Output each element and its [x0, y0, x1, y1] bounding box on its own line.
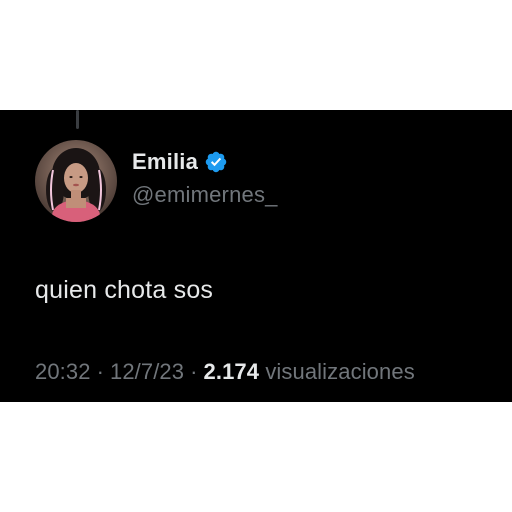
tweet-time[interactable]: 20:32: [35, 359, 91, 384]
name-row: Emilia: [132, 148, 278, 176]
tweet-date[interactable]: 12/7/23: [110, 359, 184, 384]
separator-dot: ·: [190, 359, 198, 384]
tweet-metadata: 20:32 · 12/7/23 · 2.174 visualizaciones: [35, 359, 415, 385]
display-name[interactable]: Emilia: [132, 149, 198, 175]
verified-badge-icon: [204, 150, 228, 174]
avatar[interactable]: [35, 140, 117, 222]
tweet-card[interactable]: Emilia @emimernes_ quien chota sos 20:32…: [0, 110, 512, 402]
separator-dot: ·: [96, 359, 104, 384]
views-count[interactable]: 2.174: [204, 359, 260, 384]
username-handle[interactable]: @emimernes_: [132, 182, 278, 208]
author-block: Emilia @emimernes_: [132, 148, 278, 208]
thread-connector-line: [76, 110, 79, 129]
page: Emilia @emimernes_ quien chota sos 20:32…: [0, 0, 512, 512]
tweet-text: quien chota sos: [35, 276, 214, 304]
avatar-photo-icon: [35, 140, 117, 222]
views-label[interactable]: visualizaciones: [265, 359, 414, 384]
